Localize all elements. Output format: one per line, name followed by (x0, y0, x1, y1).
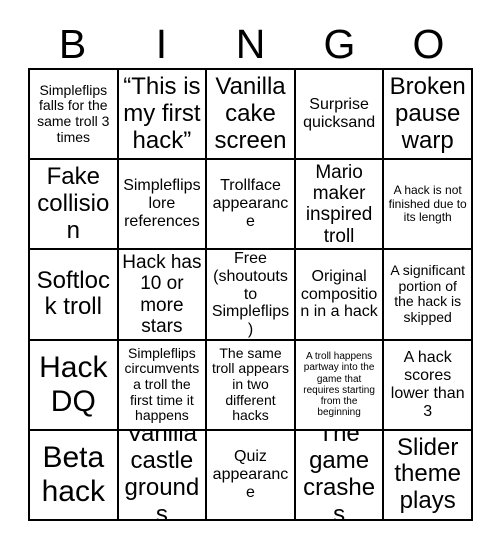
bingo-cell-label: Simpleflips falls for the same troll 3 t… (37, 81, 110, 145)
bingo-cell-free[interactable]: Free (shoutouts to Simpleflips) (207, 250, 296, 341)
bingo-cell-label: “This is my first hack” (123, 72, 201, 154)
bingo-cell[interactable]: Hack has 10 or more stars (118, 250, 208, 341)
bingo-header-letter-b: B (58, 20, 87, 67)
bingo-cell[interactable]: Slider theme plays (384, 430, 473, 521)
bingo-cell[interactable]: A hack scores lower than 3 (384, 340, 473, 431)
bingo-cell-label: The game crashes (303, 430, 376, 521)
bingo-cell[interactable]: Broken pause warp (384, 70, 473, 161)
bingo-cell-label: A hack is not finished due to its length (388, 183, 467, 224)
bingo-cell[interactable]: Beta hack (30, 430, 119, 521)
bingo-cell-label: Mario maker inspired troll (305, 161, 373, 247)
bingo-cell[interactable]: Simpleflips falls for the same troll 3 t… (30, 70, 119, 161)
bingo-cell-label: Trollface appearance (212, 177, 289, 231)
bingo-card: B I N G O Simpleflips falls for the same… (0, 0, 500, 544)
bingo-cell[interactable]: Vanilla cake screen (207, 70, 296, 161)
bingo-header-row: B I N G O (28, 20, 473, 68)
bingo-cell[interactable]: Surprise quicksand (295, 70, 385, 161)
bingo-cell[interactable]: “This is my first hack” (118, 70, 208, 161)
bingo-cell[interactable]: Softlock troll (30, 250, 119, 341)
bingo-cell-label: Beta hack (41, 441, 105, 508)
bingo-cell[interactable]: Simpleflips lore references (118, 160, 208, 251)
bingo-cell-label: A significant portion of the hack is ski… (390, 262, 466, 326)
bingo-cell-label: Vanilla castle grounds (124, 430, 200, 521)
bingo-cell[interactable]: A hack is not finished due to its length (384, 160, 473, 251)
bingo-header-letter-i: I (155, 20, 168, 67)
bingo-cell[interactable]: The same troll appears in two different … (207, 340, 296, 431)
bingo-cell-label: Simpleflips lore references (123, 177, 201, 231)
bingo-cell[interactable]: Simpleflips circumvents a troll the firs… (118, 340, 208, 431)
bingo-cell-label: Broken pause warp (389, 72, 466, 154)
bingo-cell-label: Surprise quicksand (303, 96, 376, 132)
bingo-cell[interactable]: Hack DQ (30, 340, 119, 431)
bingo-cell-label: Hack DQ (39, 351, 108, 418)
bingo-cell-label: Softlock troll (36, 266, 110, 321)
bingo-grid: Simpleflips falls for the same troll 3 t… (28, 68, 473, 521)
bingo-cell[interactable]: Trollface appearance (207, 160, 296, 251)
bingo-cell-label: Free (shoutouts to Simpleflips) (211, 250, 290, 339)
bingo-cell-label: Simpleflips circumvents a troll the firs… (124, 344, 200, 424)
bingo-cell-label: Fake collision (37, 162, 110, 244)
bingo-cell[interactable]: A significant portion of the hack is ski… (384, 250, 473, 341)
bingo-header-letter-g: G (323, 20, 356, 67)
bingo-cell-label: Quiz appearance (212, 448, 289, 501)
bingo-header-letter-o: O (412, 20, 445, 67)
bingo-cell-label: Original composition in a hack (300, 267, 378, 321)
bingo-cell-label: Hack has 10 or more stars (122, 251, 202, 337)
bingo-cell[interactable]: Mario maker inspired troll (295, 160, 385, 251)
bingo-cell-label: The same troll appears in two different … (211, 344, 290, 424)
bingo-cell[interactable]: Fake collision (30, 160, 119, 251)
bingo-cell-label: A hack scores lower than 3 (390, 348, 465, 420)
bingo-cell[interactable]: Quiz appearance (207, 430, 296, 521)
bingo-cell[interactable]: Original composition in a hack (295, 250, 385, 341)
bingo-cell-label: Vanilla cake screen (214, 72, 287, 154)
bingo-cell[interactable]: A troll happens partway into the game th… (295, 340, 385, 431)
bingo-cell[interactable]: The game crashes (295, 430, 385, 521)
bingo-cell-label: Slider theme plays (394, 433, 462, 515)
bingo-cell[interactable]: Vanilla castle grounds (118, 430, 208, 521)
bingo-header-letter-n: N (235, 20, 266, 67)
bingo-cell-label: A troll happens partway into the game th… (303, 351, 375, 419)
